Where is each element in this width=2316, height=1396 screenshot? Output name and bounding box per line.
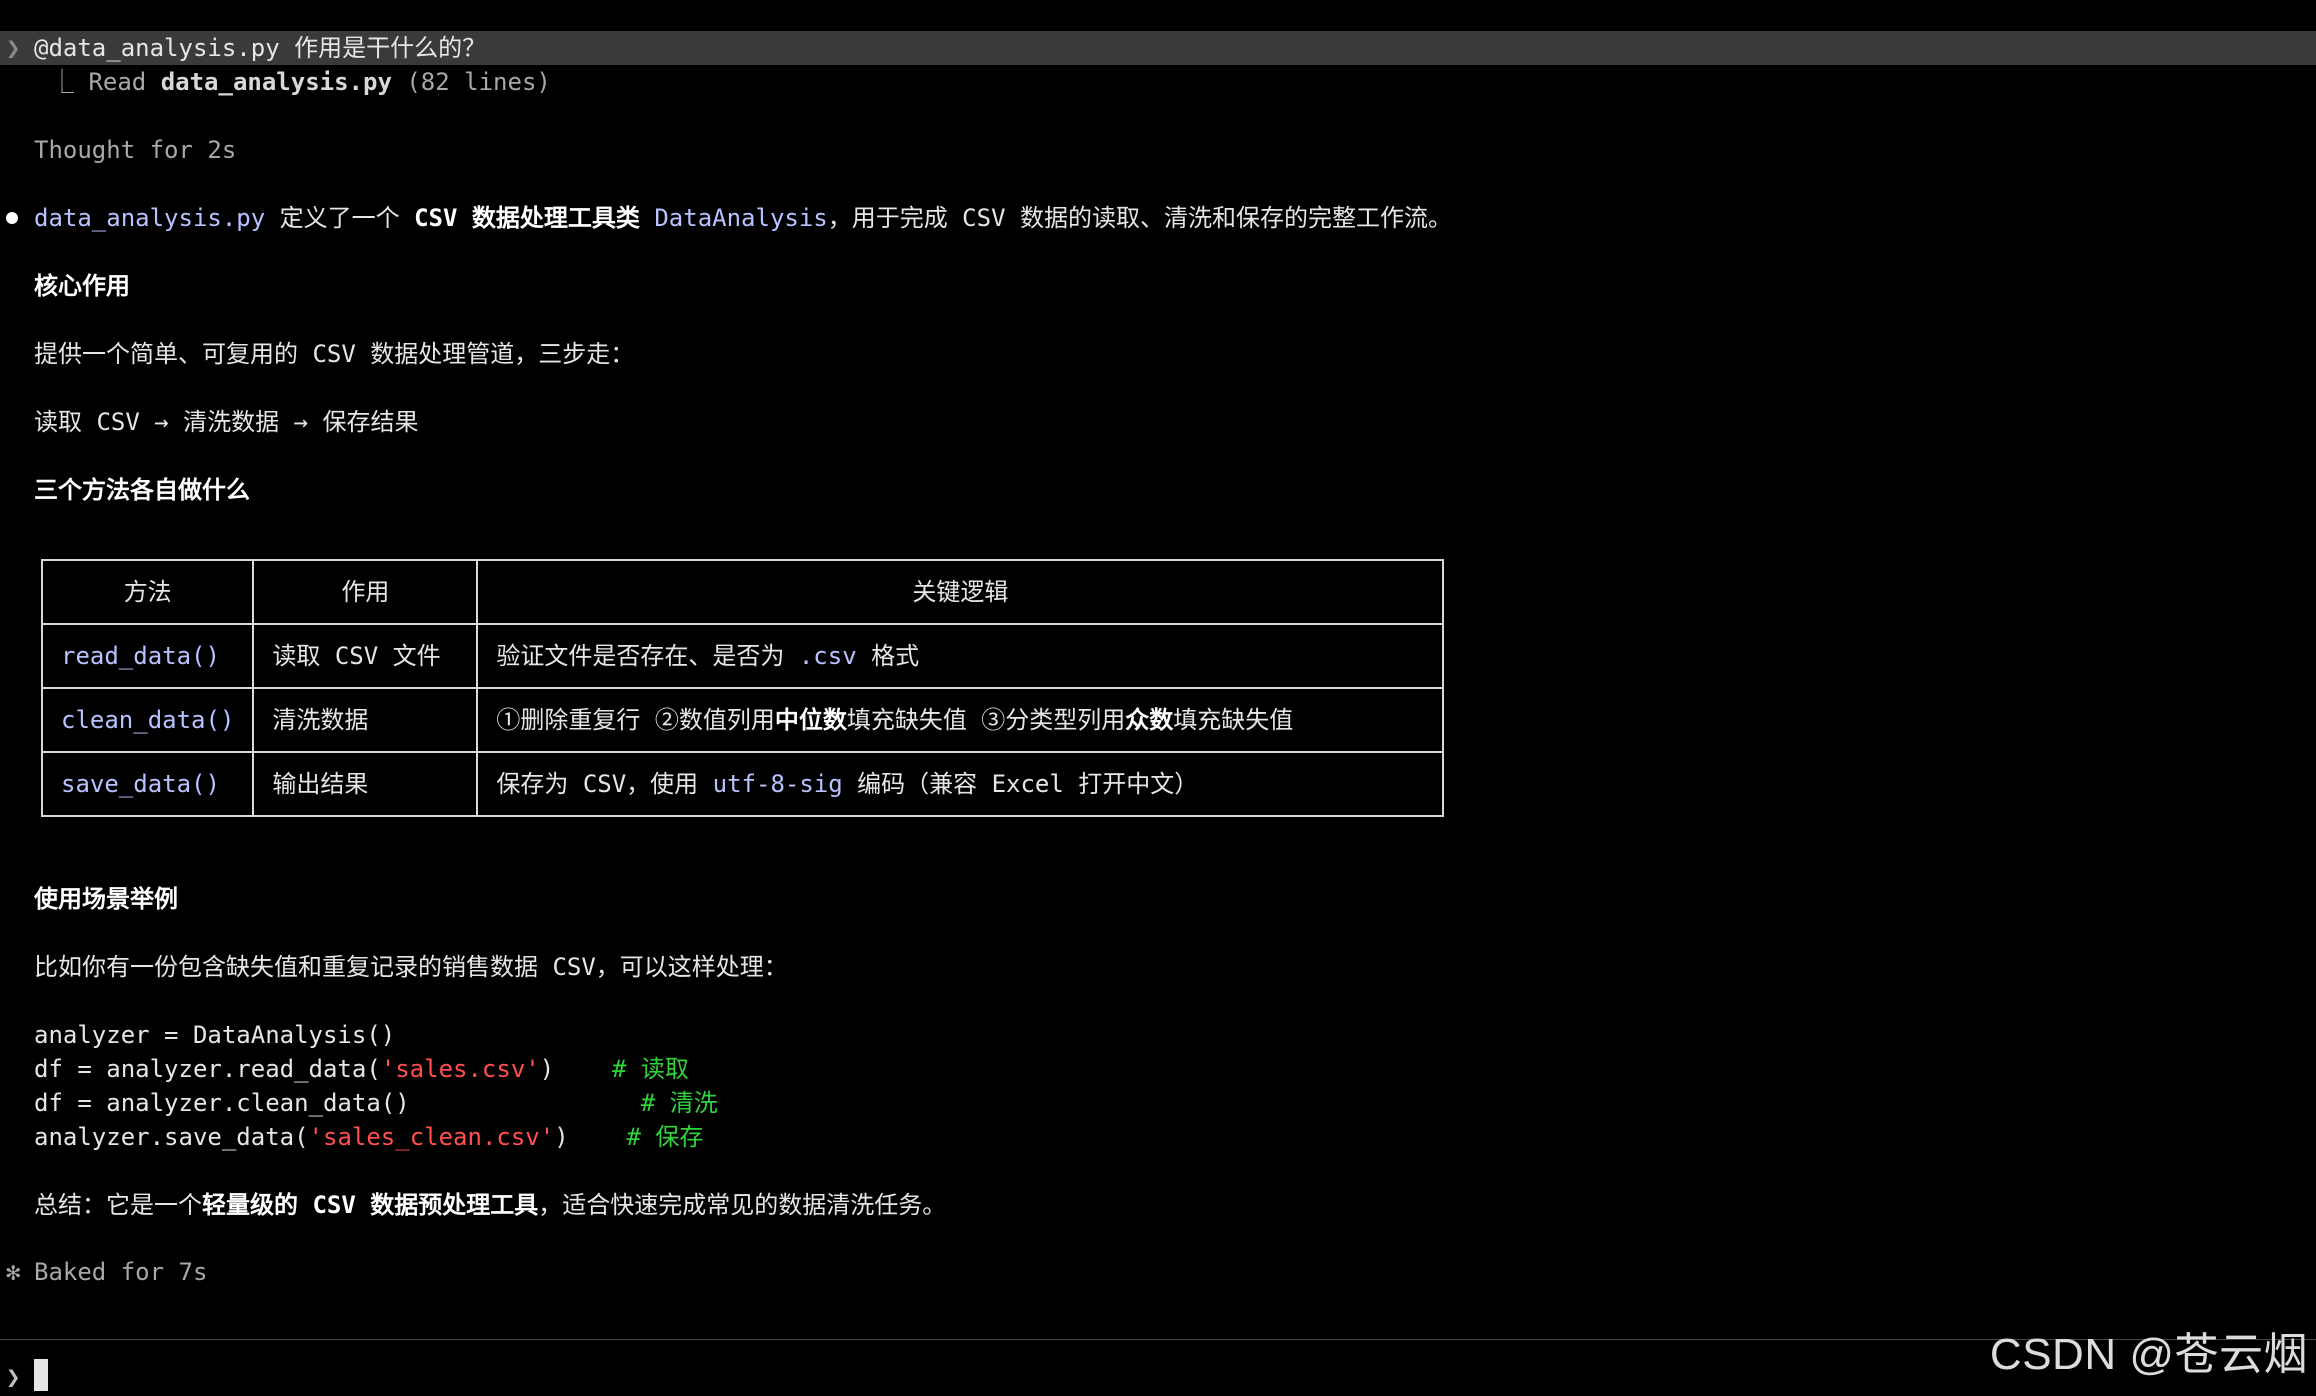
method-cell: read_data(): [40, 623, 255, 689]
summary-class-name: DataAnalysis: [654, 204, 828, 232]
branch-icon: ⎿: [50, 68, 74, 96]
code-text: analyzer.save_data(: [34, 1123, 309, 1151]
logic-bold: 中位数: [774, 706, 847, 734]
logic-text: 填充缺失值: [1173, 706, 1294, 734]
logic-text: 保存为 CSV，使用: [496, 770, 713, 798]
logic-cell: ①删除重复行 ②数值列用中位数填充缺失值 ③分类型列用众数填充缺失值: [476, 687, 1445, 753]
response-bullet-icon: [6, 212, 18, 224]
code-text: df = analyzer.clean_data(): [34, 1089, 641, 1117]
summary-line: data_analysis.py 定义了一个 CSV 数据处理工具类 DataA…: [34, 201, 1452, 235]
method-cell: clean_data(): [40, 687, 255, 753]
table-row: read_data() 读取 CSV 文件 验证文件是否存在、是否为 .csv …: [40, 623, 1445, 689]
code-line: df = analyzer.read_data('sales.csv') # 读…: [34, 1052, 689, 1086]
heading-methods: 三个方法各自做什么: [34, 476, 250, 504]
logic-text: 编码（兼容 Excel 打开中文）: [842, 770, 1199, 798]
code-string: 'sales.csv': [380, 1055, 540, 1083]
code-comment: # 读取: [611, 1055, 689, 1083]
code-line: analyzer = DataAnalysis(): [34, 1018, 395, 1052]
read-verb: Read: [88, 68, 147, 96]
code-comment: # 保存: [626, 1123, 704, 1151]
summary-space: [640, 204, 654, 232]
read-line-count: (82 lines): [406, 68, 551, 96]
logic-cell: 验证文件是否存在、是否为 .csv 格式: [476, 623, 1445, 689]
conclusion-line: 总结：它是一个轻量级的 CSV 数据预处理工具，适合快速完成常见的数据清洗任务。: [34, 1188, 946, 1222]
code-comment: # 清洗: [640, 1089, 718, 1117]
code-text: df = analyzer.read_data(: [34, 1055, 381, 1083]
logic-text: 验证文件是否存在、是否为: [496, 642, 799, 670]
table-header-logic: 关键逻辑: [476, 559, 1445, 625]
logic-code: .csv: [798, 642, 857, 670]
summary-text-1: 定义了一个: [265, 204, 415, 232]
code-text: ): [554, 1123, 627, 1151]
role-cell: 读取 CSV 文件: [252, 623, 479, 689]
logic-text: 填充缺失值 ③分类型列用: [846, 706, 1126, 734]
code-line: df = analyzer.clean_data() # 清洗: [34, 1086, 718, 1120]
logic-text: 格式: [856, 642, 920, 670]
code-string: 'sales_clean.csv': [308, 1123, 555, 1151]
table-row: clean_data() 清洗数据 ①删除重复行 ②数值列用中位数填充缺失值 ③…: [40, 687, 1445, 753]
methods-table: 方法 作用 关键逻辑 read_data() 读取 CSV 文件 验证文件是否存…: [40, 559, 1445, 817]
asterisk-icon: ✻: [6, 1258, 21, 1286]
conclusion-text: ，适合快速完成常见的数据清洗任务。: [538, 1191, 947, 1219]
thought-status: Thought for 2s: [34, 136, 237, 164]
role-cell: 输出结果: [252, 751, 479, 817]
user-prompt-text: @data_analysis.py 作用是干什么的？: [34, 34, 487, 62]
read-tool-line: ⎿ Read data_analysis.py (82 lines): [50, 65, 551, 99]
logic-code: utf-8-sig: [712, 770, 843, 798]
read-file-name: data_analysis.py: [160, 68, 392, 96]
heading-core-purpose: 核心作用: [34, 272, 130, 300]
core-purpose-desc: 提供一个简单、可复用的 CSV 数据处理管道，三步走：: [34, 340, 635, 368]
code-text: analyzer = DataAnalysis(): [34, 1021, 396, 1049]
role-cell: 清洗数据: [252, 687, 479, 753]
logic-cell: 保存为 CSV，使用 utf-8-sig 编码（兼容 Excel 打开中文）: [476, 751, 1445, 817]
conclusion-bold: 轻量级的 CSV 数据预处理工具: [202, 1191, 539, 1219]
code-text: ): [539, 1055, 612, 1083]
logic-text: ①删除重复行 ②数值列用: [496, 706, 775, 734]
table-header-method: 方法: [40, 559, 255, 625]
code-line: analyzer.save_data('sales_clean.csv') # …: [34, 1120, 703, 1154]
csdn-watermark: CSDN @苍云烟: [1989, 1330, 2308, 1379]
input-caret-icon: ❯: [6, 1363, 21, 1391]
input-cursor[interactable]: [34, 1359, 48, 1391]
usage-example-desc: 比如你有一份包含缺失值和重复记录的销售数据 CSV，可以这样处理：: [34, 953, 788, 981]
table-header-role: 作用: [252, 559, 479, 625]
input-divider: [0, 1339, 2316, 1340]
baked-status: Baked for 7s: [34, 1258, 208, 1286]
logic-bold: 众数: [1125, 706, 1174, 734]
summary-file: data_analysis.py: [34, 204, 266, 232]
prompt-caret-icon: ❯: [6, 34, 21, 62]
conclusion-text: 总结：它是一个: [34, 1191, 202, 1219]
summary-bold: CSV 数据处理工具类: [414, 204, 640, 232]
method-cell: save_data(): [40, 751, 255, 817]
table-row: save_data() 输出结果 保存为 CSV，使用 utf-8-sig 编码…: [40, 751, 1445, 817]
table-header-row: 方法 作用 关键逻辑: [40, 559, 1445, 625]
heading-usage-example: 使用场景举例: [34, 885, 178, 913]
pipeline-flow: 读取 CSV → 清洗数据 → 保存结果: [34, 408, 419, 436]
summary-text-2: ，用于完成 CSV 数据的读取、清洗和保存的完整工作流。: [827, 204, 1452, 232]
